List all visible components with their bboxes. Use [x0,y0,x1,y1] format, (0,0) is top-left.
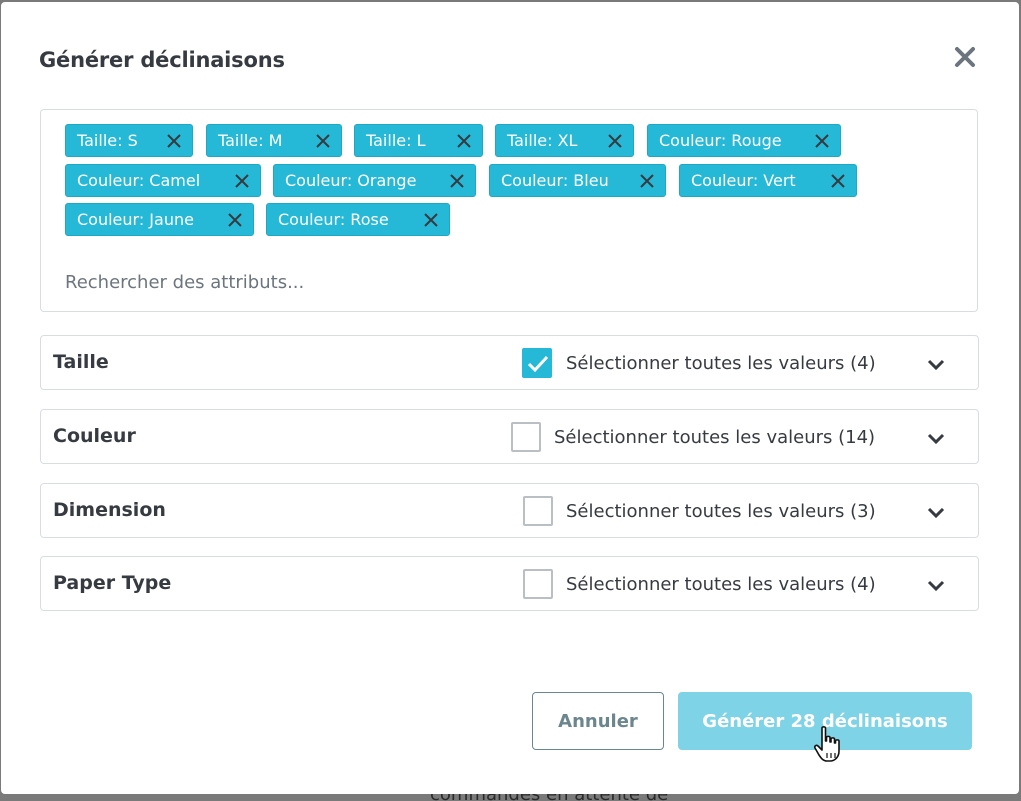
remove-tag-icon[interactable] [449,173,465,189]
remove-tag-icon[interactable] [830,173,846,189]
attribute-group-taille[interactable]: Taille Sélectionner toutes les valeurs (… [40,335,979,390]
tag-label: Couleur: Orange [285,171,417,190]
tag-couleur-vert: Couleur: Vert [679,164,857,197]
attribute-group-name: Couleur [53,425,136,447]
remove-tag-icon[interactable] [234,173,250,189]
attribute-group-name: Taille [53,351,109,373]
chevron-down-icon[interactable] [926,432,946,446]
remove-tag-icon[interactable] [227,212,243,228]
tag-couleur-jaune: Couleur: Jaune [65,203,254,236]
select-all-checkbox-paper-type[interactable] [523,569,553,599]
tag-label: Couleur: Rouge [659,131,782,150]
tag-label: Couleur: Camel [77,171,201,190]
generate-combinations-modal: Générer déclinaisons Taille: S Taille: M… [1,2,1019,794]
tag-taille-l: Taille: L [354,124,483,157]
tag-couleur-camel: Couleur: Camel [65,164,261,197]
generate-combinations-button[interactable]: Générer 28 déclinaisons [678,692,972,750]
select-all-label: Sélectionner toutes les valeurs (3) [566,501,876,522]
tag-label: Couleur: Jaune [77,210,194,229]
attribute-group-couleur[interactable]: Couleur Sélectionner toutes les valeurs … [40,409,979,464]
tag-couleur-rose: Couleur: Rose [266,203,450,236]
chevron-down-icon[interactable] [926,358,946,372]
tag-label: Couleur: Bleu [501,171,609,190]
chevron-down-icon[interactable] [926,506,946,520]
remove-tag-icon[interactable] [166,133,182,149]
cancel-button[interactable]: Annuler [532,692,664,750]
attribute-search-input[interactable] [65,272,945,293]
chevron-down-icon[interactable] [926,579,946,593]
attribute-group-dimension[interactable]: Dimension Sélectionner toutes les valeur… [40,483,979,538]
tag-couleur-orange: Couleur: Orange [273,164,476,197]
select-all-checkbox-dimension[interactable] [523,496,553,526]
checkmark-icon [527,355,549,373]
attribute-group-paper-type[interactable]: Paper Type Sélectionner toutes les valeu… [40,556,979,611]
remove-tag-icon[interactable] [456,133,472,149]
select-all-label: Sélectionner toutes les valeurs (14) [554,427,876,448]
remove-tag-icon[interactable] [814,133,830,149]
tag-label: Couleur: Vert [691,171,796,190]
select-all-checkbox-taille[interactable] [522,348,552,378]
close-button[interactable] [950,42,980,72]
remove-tag-icon[interactable] [639,173,655,189]
tag-label: Taille: L [366,131,426,150]
tag-taille-xl: Taille: XL [495,124,634,157]
attribute-tag-input[interactable]: Taille: S Taille: M Taille: L Taille: XL… [40,109,978,312]
remove-tag-icon[interactable] [607,133,623,149]
tag-label: Taille: M [218,131,283,150]
tag-taille-m: Taille: M [206,124,342,157]
tag-label: Taille: XL [507,131,578,150]
tag-label: Couleur: Rose [278,210,389,229]
modal-title: Générer déclinaisons [39,48,285,72]
close-icon [955,47,975,67]
remove-tag-icon[interactable] [315,133,331,149]
select-all-label: Sélectionner toutes les valeurs (4) [566,574,876,595]
tag-taille-s: Taille: S [65,124,193,157]
tag-label: Taille: S [77,131,138,150]
tag-couleur-bleu: Couleur: Bleu [489,164,666,197]
remove-tag-icon[interactable] [423,212,439,228]
select-all-label: Sélectionner toutes les valeurs (4) [566,353,876,374]
tag-couleur-rouge: Couleur: Rouge [647,124,841,157]
attribute-group-name: Paper Type [53,572,172,594]
select-all-checkbox-couleur[interactable] [511,422,541,452]
attribute-group-name: Dimension [53,499,166,521]
